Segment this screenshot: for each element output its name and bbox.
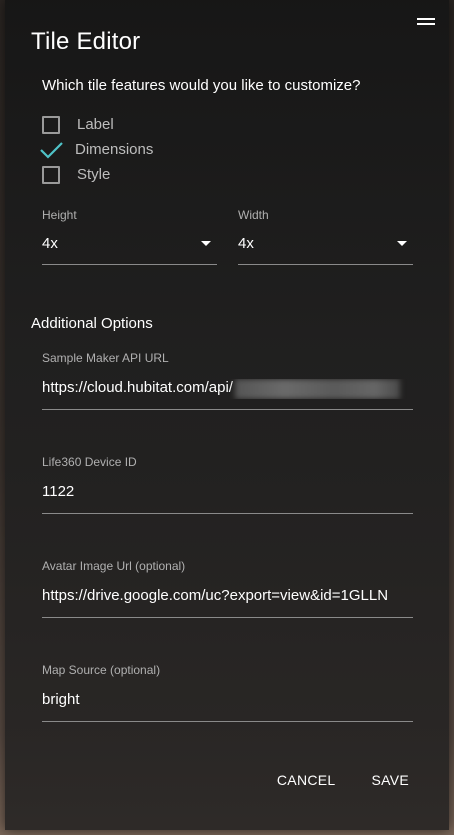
life360-device-id-underline — [42, 513, 413, 514]
avatar-image-url-label: Avatar Image Url (optional) — [42, 559, 186, 573]
feature-style-text: Style — [77, 166, 111, 183]
height-select[interactable]: Height 4x — [42, 208, 217, 265]
dialog-actions: CANCEL SAVE — [277, 772, 409, 788]
avatar-image-url-field[interactable]: Avatar Image Url (optional) https://driv… — [42, 559, 413, 618]
feature-label-checkbox[interactable]: Label — [42, 112, 153, 137]
feature-dimensions-text: Dimensions — [75, 141, 154, 158]
map-source-label: Map Source (optional) — [42, 663, 161, 677]
tile-editor-dialog: Tile Editor Which tile features would yo… — [5, 0, 449, 830]
maker-api-url-input[interactable]: https://cloud.hubitat.com/api/ — [42, 379, 413, 399]
avatar-image-url-input[interactable]: https://drive.google.com/uc?export=view&… — [42, 587, 413, 607]
map-source-field[interactable]: Map Source (optional) bright — [42, 663, 413, 722]
height-label: Height — [42, 208, 77, 222]
cancel-button[interactable]: CANCEL — [277, 772, 336, 788]
save-button[interactable]: SAVE — [371, 772, 409, 788]
width-underline — [238, 264, 413, 265]
chevron-down-icon — [397, 241, 407, 246]
life360-device-id-input[interactable]: 1122 — [42, 483, 413, 503]
maker-api-url-label: Sample Maker API URL — [42, 351, 169, 365]
chevron-down-icon — [201, 241, 211, 246]
feature-style-checkbox[interactable]: Style — [42, 162, 153, 187]
width-value: 4x — [238, 235, 254, 252]
dialog-title: Tile Editor — [31, 28, 141, 55]
feature-label-text: Label — [77, 116, 114, 133]
avatar-image-url-underline — [42, 617, 413, 618]
map-source-underline — [42, 721, 413, 722]
unchecked-box-icon — [42, 165, 60, 184]
height-underline — [42, 264, 217, 265]
redacted-blur — [234, 379, 400, 399]
life360-device-id-label: Life360 Device ID — [42, 455, 137, 469]
life360-device-id-field[interactable]: Life360 Device ID 1122 — [42, 455, 413, 514]
feature-checklist: Label Dimensions Style — [40, 112, 154, 187]
map-source-input[interactable]: bright — [42, 691, 413, 711]
features-question: Which tile features would you like to cu… — [42, 77, 361, 94]
width-label: Width — [238, 208, 269, 222]
width-select[interactable]: Width 4x — [238, 208, 413, 265]
menu-icon[interactable] — [417, 18, 435, 28]
additional-options-heading: Additional Options — [31, 315, 153, 332]
maker-api-url-underline — [42, 409, 413, 410]
check-icon — [40, 141, 63, 159]
unchecked-box-icon — [42, 115, 60, 134]
feature-dimensions-checkbox[interactable]: Dimensions — [40, 137, 154, 162]
height-value: 4x — [42, 235, 58, 252]
maker-api-url-field[interactable]: Sample Maker API URL https://cloud.hubit… — [42, 351, 413, 410]
